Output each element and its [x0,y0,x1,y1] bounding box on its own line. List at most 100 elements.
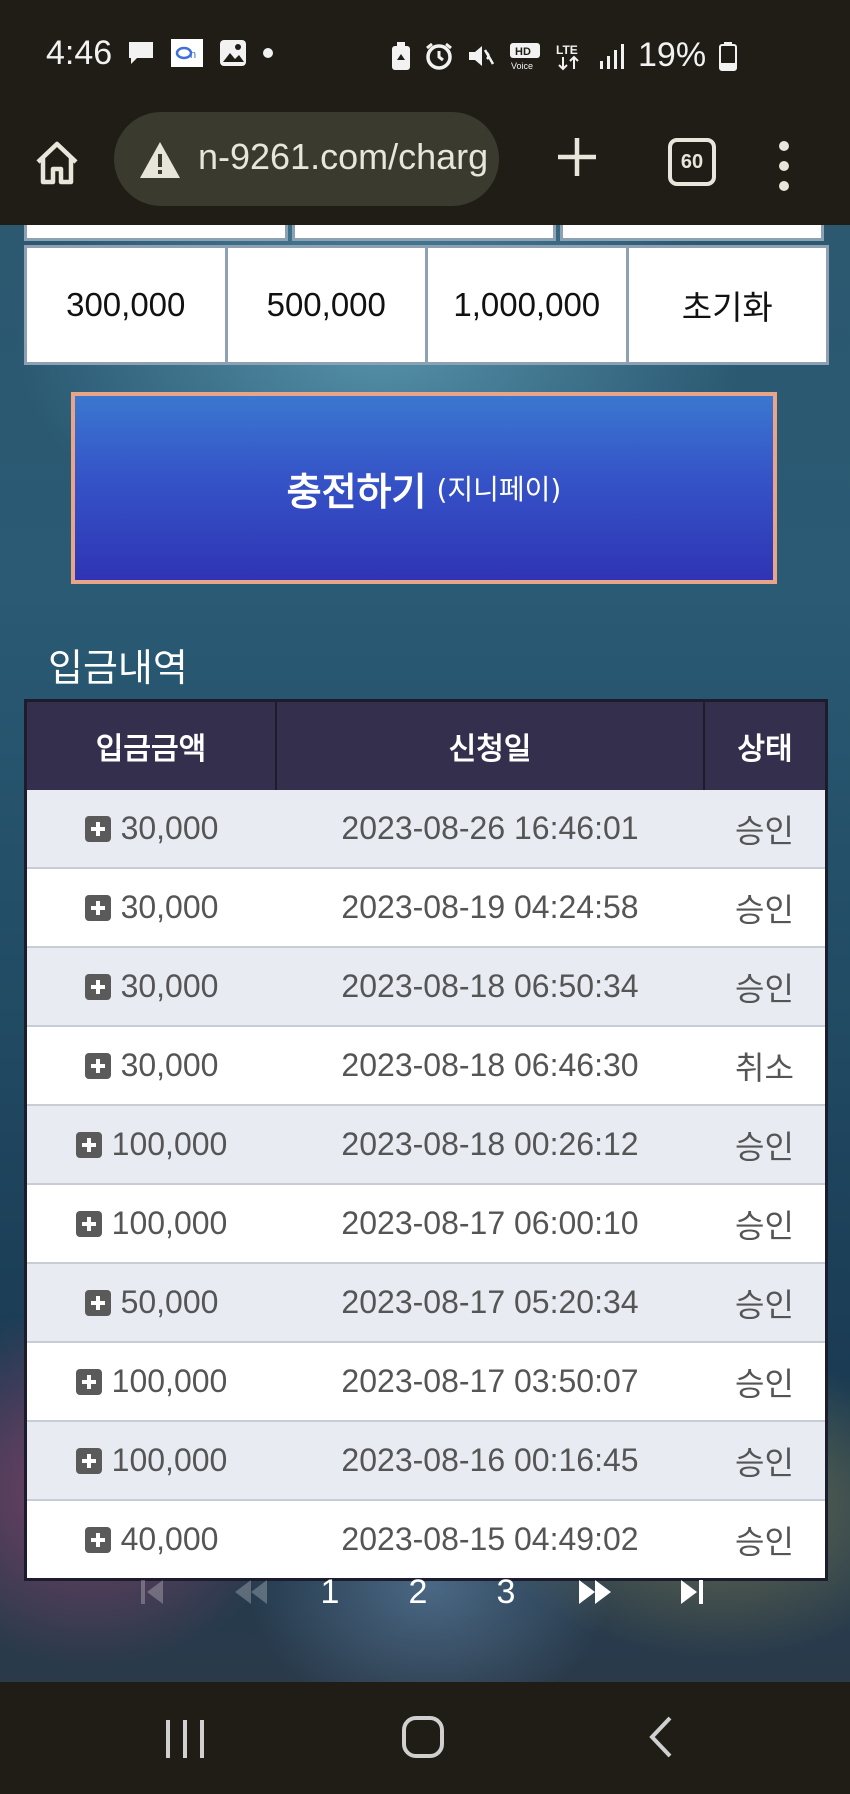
amount-value: 30,000 [120,810,219,846]
charge-button[interactable]: 충전하기 (지니페이) [71,392,777,584]
battery-percent: 19% [638,36,707,74]
charge-button-label: 충전하기 [286,469,427,514]
signal-icon [596,41,626,71]
amount-cell: 50,000 [25,1263,276,1343]
table-row: 30,000 2023-08-18 06:50:34 승인 [25,947,827,1027]
amount-button-clipped[interactable] [560,225,824,241]
table-row: 30,000 2023-08-26 16:46:01 승인 [25,790,827,869]
back-chevron-icon [649,1716,672,1758]
system-status-icons: HD Voice LTE 19% [390,36,738,75]
date-cell: 2023-08-18 06:46:30 [276,1026,704,1106]
browser-toolbar: n-9261.com/charg 60 [0,110,850,225]
expand-plus-icon[interactable] [84,1290,111,1316]
page-3-button[interactable]: 3 [486,1562,526,1622]
table-row: 100,000 2023-08-16 00:16:45 승인 [25,1421,827,1501]
first-page-button[interactable] [130,1562,174,1622]
table-header-row: 입금금액 신청일 상태 [25,700,827,790]
image-icon [218,38,248,68]
home-circle-icon [402,1716,444,1758]
back-button[interactable] [646,1714,676,1760]
home-button[interactable] [32,138,82,188]
amount-value: 100,000 [111,1126,228,1162]
amount-value: 100,000 [111,1205,228,1241]
header-date: 신청일 [276,700,705,790]
mute-icon [466,41,496,71]
date-cell: 2023-08-26 16:46:01 [276,790,704,869]
amount-row-clipped [24,225,824,241]
hd-voice-icon: HD Voice [508,41,542,71]
expand-plus-icon[interactable] [84,895,111,921]
last-page-button[interactable] [670,1562,714,1622]
amount-button-1000000[interactable]: 1,000,000 [425,245,629,365]
status-cell: 승인 [704,1263,827,1343]
amount-cell: 100,000 [25,1342,276,1422]
prev-page-button[interactable] [226,1562,276,1622]
page-2-button[interactable]: 2 [398,1562,438,1622]
tab-switcher-button[interactable]: 60 [668,138,716,186]
skip-last-icon [681,1580,703,1604]
expand-plus-icon[interactable] [84,1527,111,1553]
header-status: 상태 [704,700,827,790]
url-text: n-9261.com/charg [198,136,489,177]
home-nav-button[interactable] [400,1714,446,1760]
page-content: 300,000 500,000 1,000,000 초기화 충전하기 (지니페이… [0,225,850,1682]
fast-forward-icon [579,1580,611,1604]
pagination: 1 2 3 [130,1562,730,1622]
recent-apps-button[interactable] [160,1716,210,1762]
status-cell: 승인 [704,790,827,869]
expand-plus-icon[interactable] [75,1369,102,1395]
amount-value: 30,000 [120,968,219,1004]
reset-button[interactable]: 초기화 [625,245,829,365]
expand-plus-icon[interactable] [84,974,111,1000]
address-bar[interactable]: n-9261.com/charg [114,112,499,206]
not-secure-warning-icon[interactable] [138,140,182,180]
amount-value: 40,000 [120,1521,219,1557]
amount-cell: 100,000 [25,1105,276,1185]
amount-value: 100,000 [111,1363,228,1399]
svg-text:Voice: Voice [511,61,533,71]
expand-plus-icon[interactable] [75,1132,102,1158]
amount-button-clipped[interactable] [24,225,288,241]
more-menu-button[interactable] [774,136,794,196]
next-page-button[interactable] [570,1562,620,1622]
status-time: 4:46 [46,34,113,72]
amount-cell: 30,000 [25,868,276,948]
skip-first-icon [141,1580,163,1604]
deposit-history-title: 입금내역 [48,646,188,690]
new-tab-button[interactable] [552,132,602,182]
amount-button-300000[interactable]: 300,000 [24,245,228,365]
status-cell: 승인 [704,1184,827,1264]
amount-cell: 100,000 [25,1184,276,1264]
amount-value: 50,000 [120,1284,219,1320]
notification-icons: n [126,38,274,68]
deposit-history-table: 입금금액 신청일 상태 30,000 2023-08-26 16:46:01 승인 3… [24,699,828,1581]
status-cell: 승인 [704,947,827,1027]
header-amount: 입금금액 [25,700,277,790]
table-row: 100,000 2023-08-17 06:00:10 승인 [25,1184,827,1264]
date-cell: 2023-08-18 06:50:34 [276,947,704,1027]
expand-plus-icon[interactable] [75,1211,102,1237]
expand-plus-icon[interactable] [84,816,111,842]
status-cell: 승인 [704,1105,827,1185]
amount-value: 30,000 [120,1047,219,1083]
amount-button-500000[interactable]: 500,000 [224,245,428,365]
table-row: 100,000 2023-08-17 03:50:07 승인 [25,1342,827,1422]
amount-value: 100,000 [111,1442,228,1478]
date-cell: 2023-08-17 05:20:34 [276,1263,704,1343]
expand-plus-icon[interactable] [75,1448,102,1474]
amount-button-clipped[interactable] [292,225,556,241]
rewind-icon [235,1580,267,1604]
date-cell: 2023-08-18 00:26:12 [276,1105,704,1185]
date-cell: 2023-08-19 04:24:58 [276,868,704,948]
amount-cell: 30,000 [25,790,276,869]
expand-plus-icon[interactable] [84,1053,111,1079]
home-icon [36,141,78,185]
date-cell: 2023-08-17 06:00:10 [276,1184,704,1264]
date-cell: 2023-08-16 00:16:45 [276,1421,704,1501]
lte-icon: LTE [554,41,584,71]
page-1-button[interactable]: 1 [310,1562,350,1622]
charge-button-sublabel: (지니페이) [436,473,562,506]
amount-cell: 100,000 [25,1421,276,1501]
recent-apps-icon [166,1720,204,1758]
chat-icon [126,38,156,68]
